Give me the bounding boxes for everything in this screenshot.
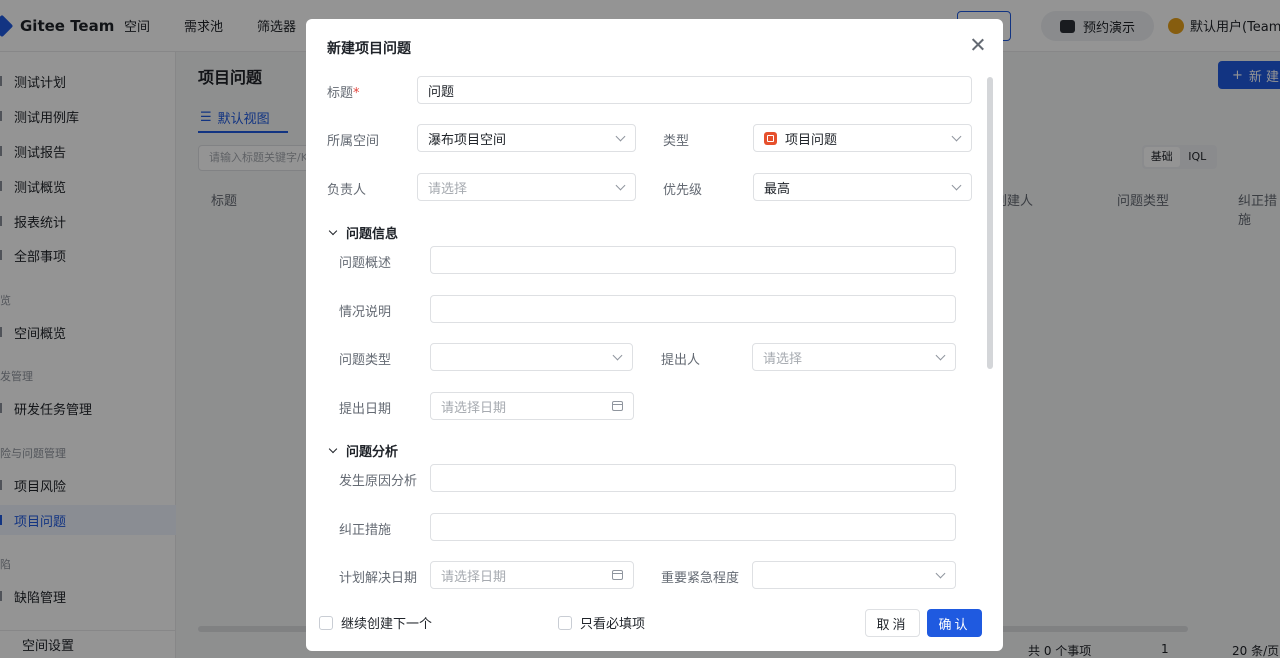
title-label-text: 标题 (327, 86, 354, 101)
section-title: 问题信息 (346, 227, 399, 242)
chevron-down-icon (935, 568, 946, 579)
title-value: 问题 (428, 84, 455, 100)
title-label: 标题* (327, 82, 360, 101)
checkbox-label: 继续创建下一个 (341, 617, 433, 632)
propose-date-label: 提出日期 (339, 402, 392, 417)
checkbox-box[interactable] (558, 615, 572, 630)
cause-input[interactable] (430, 464, 956, 492)
chevron-down-icon (615, 131, 626, 142)
corrective-label: 纠正措施 (339, 523, 392, 538)
plan-date-label: 计划解决日期 (339, 571, 418, 586)
proposer-label: 提出人 (661, 353, 701, 368)
checkbox-label: 只看必填项 (580, 617, 646, 632)
cause-label: 发生原因分析 (339, 474, 418, 489)
required-only-checkbox[interactable]: 只看必填项 (558, 613, 645, 632)
chevron-down-icon (935, 350, 946, 361)
date-placeholder: 请选择日期 (441, 569, 507, 585)
urgency-label: 重要紧急程度 (661, 571, 740, 586)
situation-input[interactable] (430, 295, 956, 323)
type-select[interactable]: 项目问题 (753, 124, 972, 152)
priority-select[interactable]: 最高 (753, 173, 972, 201)
chevron-down-icon (615, 180, 626, 191)
chevron-down-icon (612, 350, 623, 361)
dialog-scrollbar[interactable] (987, 77, 993, 369)
corrective-input[interactable] (430, 513, 956, 541)
assignee-label: 负责人 (327, 183, 367, 198)
checkbox-box[interactable] (319, 615, 333, 630)
section-issue-analysis[interactable]: 问题分析 (328, 441, 399, 460)
propose-date-picker[interactable]: 请选择日期 (430, 392, 634, 420)
priority-label: 优先级 (663, 183, 703, 198)
chevron-down-icon (951, 131, 962, 142)
space-value: 瀑布项目空间 (428, 132, 507, 148)
calendar-icon (612, 401, 623, 411)
section-title: 问题分析 (346, 445, 399, 460)
confirm-button[interactable]: 确认 (927, 609, 982, 637)
chevron-down-icon (951, 180, 962, 191)
calendar-icon (612, 570, 623, 580)
type-value: 项目问题 (785, 132, 838, 148)
title-input[interactable]: 问题 (417, 76, 972, 104)
date-placeholder: 请选择日期 (441, 400, 507, 416)
assignee-placeholder: 请选择 (428, 181, 468, 197)
overview-label: 问题概述 (339, 256, 392, 271)
dialog-title: 新建项目问题 (327, 41, 411, 57)
cancel-button[interactable]: 取消 (865, 609, 920, 637)
new-issue-dialog: 新建项目问题 标题* 问题 所属空间 瀑布项目空间 类型 项目问题 负责人 请选… (306, 19, 1003, 651)
close-icon[interactable] (968, 35, 988, 55)
section-issue-info[interactable]: 问题信息 (328, 223, 399, 242)
assignee-select[interactable]: 请选择 (417, 173, 636, 201)
urgency-select[interactable] (752, 561, 956, 589)
proposer-select[interactable]: 请选择 (752, 343, 956, 371)
priority-value: 最高 (764, 181, 791, 197)
space-label: 所属空间 (327, 134, 380, 149)
plan-date-picker[interactable]: 请选择日期 (430, 561, 634, 589)
chevron-down-icon (328, 226, 338, 236)
situation-label: 情况说明 (339, 305, 392, 320)
required-mark: * (353, 86, 360, 101)
chevron-down-icon (328, 444, 338, 454)
space-select[interactable]: 瀑布项目空间 (417, 124, 636, 152)
overview-input[interactable] (430, 246, 956, 274)
issue-type-select[interactable] (430, 343, 633, 371)
issue-type-icon (764, 131, 777, 145)
type-label: 类型 (663, 134, 690, 149)
issue-type-label: 问题类型 (339, 353, 392, 368)
proposer-placeholder: 请选择 (763, 351, 803, 367)
continue-create-checkbox[interactable]: 继续创建下一个 (319, 613, 432, 632)
